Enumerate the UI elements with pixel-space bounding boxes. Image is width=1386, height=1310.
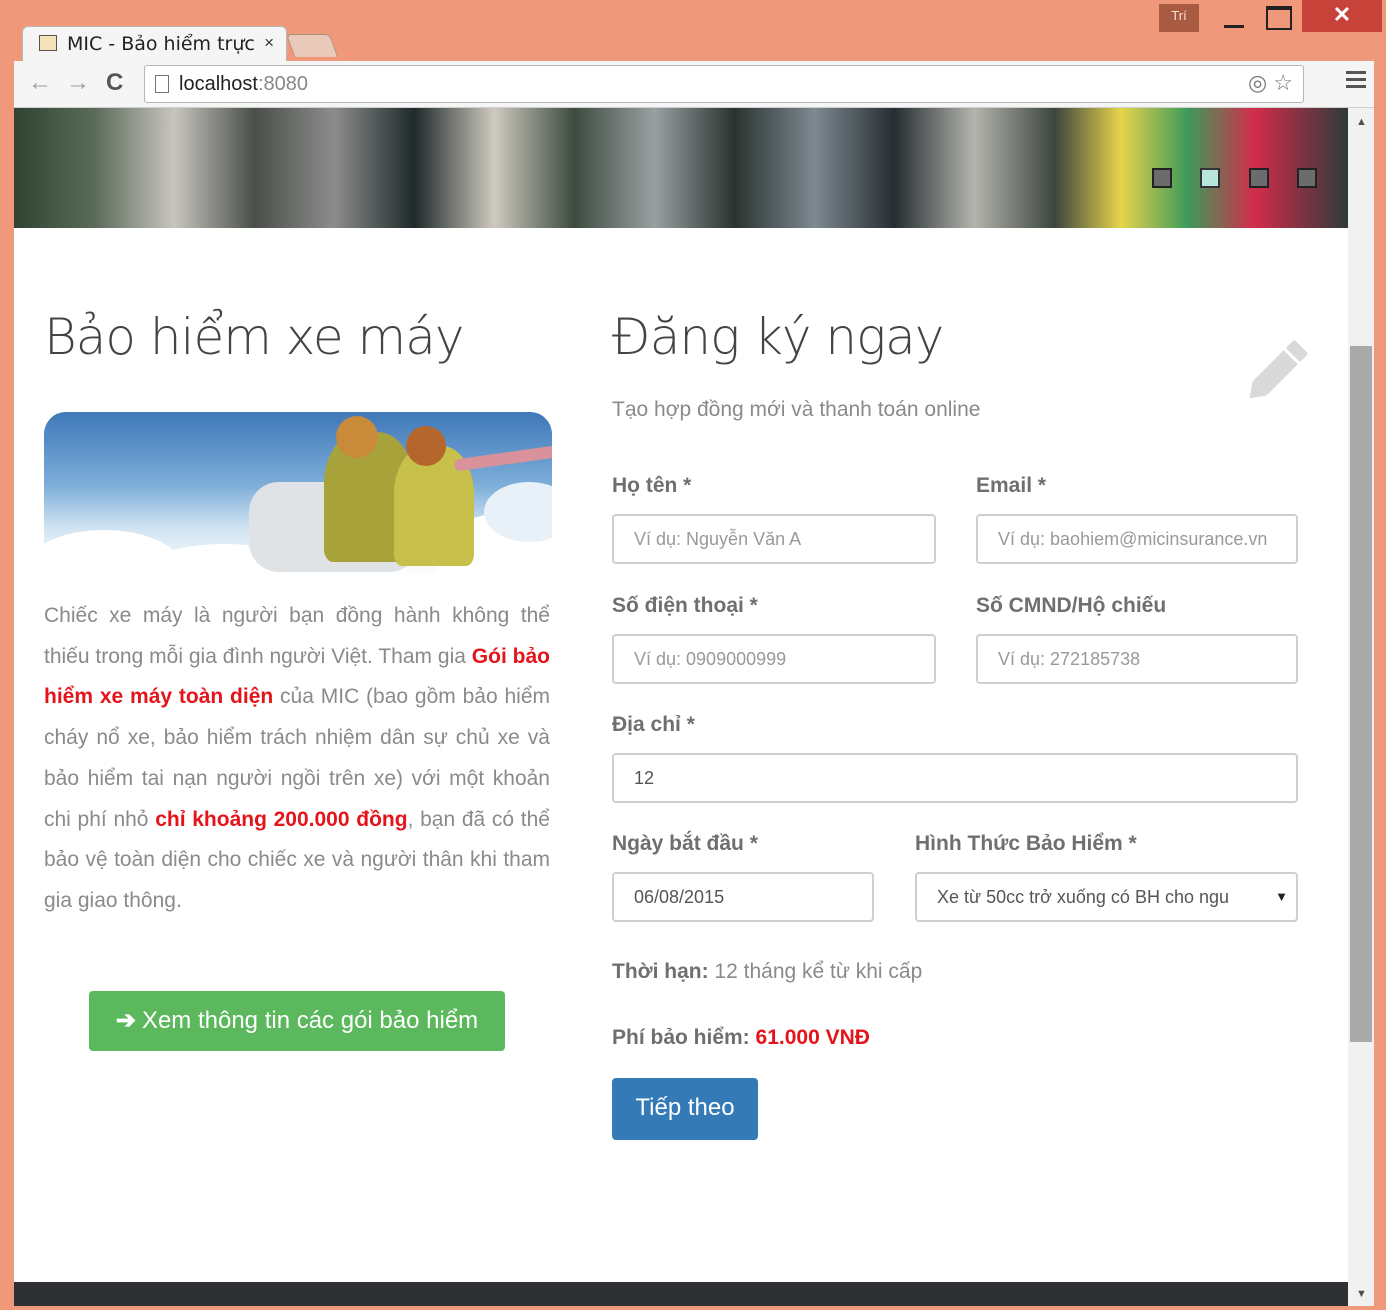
scroll-thumb[interactable]	[1350, 346, 1372, 1042]
next-button[interactable]: Tiếp theo	[612, 1078, 758, 1140]
name-input[interactable]: Ví dụ: Nguyễn Văn A	[612, 514, 936, 564]
start-date-label: Ngày bắt đầu *	[612, 832, 758, 855]
banner-pager	[1152, 168, 1341, 193]
new-tab-button[interactable]	[285, 34, 339, 57]
address-input[interactable]: 12	[612, 753, 1298, 803]
tab-title: MIC - Bảo hiểm trực	[67, 33, 255, 55]
id-input[interactable]: Ví dụ: 272185738	[976, 634, 1298, 684]
view-packages-button[interactable]: ➔ Xem thông tin các gói bảo hiểm	[89, 991, 505, 1051]
banner-dot[interactable]	[1297, 168, 1318, 188]
id-label: Số CMND/Hộ chiếu	[976, 594, 1167, 617]
bookmark-star-icon[interactable]: ☆	[1273, 70, 1293, 95]
form-subtitle: Tạo hợp đồng mới và thanh toán online	[612, 398, 981, 421]
motorbike-image	[44, 412, 552, 576]
insurance-type-select[interactable]: Xe từ 50cc trở xuống có BH cho ngu ▼	[915, 872, 1298, 922]
name-label: Họ tên *	[612, 474, 692, 497]
insurance-type-label: Hình Thức Bảo Hiểm *	[915, 832, 1137, 855]
tab-close-icon[interactable]: ×	[264, 33, 274, 53]
close-window-button[interactable]: ✕	[1302, 0, 1382, 32]
term-info: Thời hạn: 12 tháng kể từ khi cấp	[612, 960, 923, 983]
dropdown-arrow-icon: ▼	[1275, 889, 1288, 904]
highlight-price: chỉ khoảng 200.000 đồng	[155, 807, 408, 831]
browser-toolbar: ← → C localhost:8080 ◎ ☆	[14, 61, 1374, 108]
profile-badge[interactable]: Trí	[1159, 4, 1199, 32]
phone-label: Số điện thoại *	[612, 594, 758, 617]
phone-input[interactable]: Ví dụ: 0909000999	[612, 634, 936, 684]
page-viewport: Bảo hiểm xe máy Chiếc xe máy là người bạ…	[14, 108, 1348, 1306]
banner-dot[interactable]	[1200, 168, 1221, 188]
tab-favicon-icon	[39, 35, 57, 51]
product-description: Chiếc xe máy là người bạn đồng hành khôn…	[44, 604, 550, 912]
browser-tab[interactable]: MIC - Bảo hiểm trực ×	[22, 26, 287, 62]
omnibox-icons: ◎ ☆	[1248, 70, 1293, 96]
fee-info: Phí bảo hiểm: 61.000 VNĐ	[612, 1026, 870, 1049]
form-title: Đăng ký ngay	[612, 308, 944, 366]
pencil-icon	[1249, 340, 1308, 399]
address-label: Địa chỉ *	[612, 713, 695, 736]
insurance-type-value: Xe từ 50cc trở xuống có BH cho ngu	[937, 887, 1230, 907]
product-title: Bảo hiểm xe máy	[44, 308, 464, 366]
address-bar[interactable]: localhost:8080 ◎ ☆	[144, 65, 1304, 103]
page-scrollbar[interactable]: ▲ ▼	[1348, 108, 1374, 1306]
banner-dot[interactable]	[1152, 168, 1172, 188]
start-date-input[interactable]: 06/08/2015	[612, 872, 874, 922]
forward-button[interactable]: →	[66, 69, 90, 97]
location-icon[interactable]: ◎	[1248, 70, 1267, 95]
chrome-menu-icon[interactable]	[1346, 71, 1366, 92]
page-footer	[14, 1282, 1348, 1306]
window-titlebar: MIC - Bảo hiểm trực × Trí ✕	[0, 0, 1386, 62]
minimize-button[interactable]	[1222, 6, 1246, 30]
email-label: Email *	[976, 474, 1047, 497]
hero-banner	[14, 108, 1348, 228]
back-button[interactable]: ←	[28, 69, 52, 97]
arrow-right-icon: ➔	[115, 1007, 136, 1034]
scroll-down-icon[interactable]: ▼	[1356, 1288, 1367, 1300]
banner-dot[interactable]	[1248, 168, 1269, 188]
maximize-button[interactable]	[1266, 6, 1292, 30]
page-icon	[155, 75, 169, 93]
url-text: localhost:8080	[179, 73, 308, 95]
scroll-up-icon[interactable]: ▲	[1356, 116, 1367, 128]
reload-button[interactable]: C	[106, 69, 123, 97]
email-input[interactable]: Ví dụ: baohiem@micinsurance.vn	[976, 514, 1298, 564]
